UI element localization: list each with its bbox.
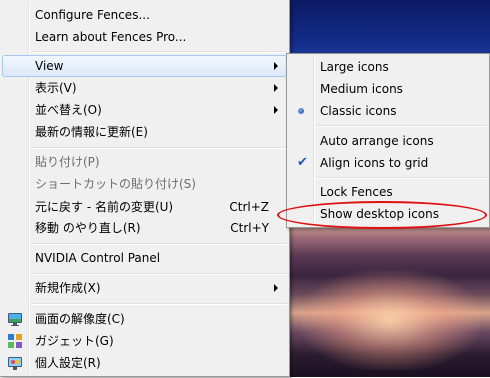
menu-item-configure-fences[interactable]: Configure Fences... (2, 4, 287, 26)
menu-item-paste[interactable]: 貼り付け(P) (2, 151, 287, 173)
menu-item-screen-resolution[interactable]: 画面の解像度(C) (2, 308, 287, 330)
submenu-item-align-to-grid[interactable]: ✔ Align icons to grid (289, 152, 487, 174)
menu-item-redo-move[interactable]: 移動 のやり直し(R) Ctrl+Y (2, 217, 287, 239)
submenu-arrow-icon (274, 84, 278, 92)
checkmark-icon: ✔ (297, 155, 308, 170)
radio-bullet-icon (298, 108, 304, 114)
desktop-context-menu: Configure Fences... Learn about Fences P… (0, 0, 290, 377)
menu-item-gadgets[interactable]: ガジェット(G) (2, 330, 287, 352)
submenu-arrow-icon (274, 62, 278, 70)
submenu-item-medium-icons[interactable]: Medium icons (289, 78, 487, 100)
submenu-arrow-icon (274, 106, 278, 114)
submenu-item-large-icons[interactable]: Large icons (289, 56, 487, 78)
submenu-arrow-icon (274, 284, 278, 292)
menu-separator (31, 147, 287, 149)
menu-separator (316, 177, 487, 179)
submenu-item-auto-arrange[interactable]: Auto arrange icons (289, 130, 487, 152)
menu-separator (31, 303, 287, 305)
menu-item-personalize[interactable]: 個人設定(R) (2, 352, 287, 374)
submenu-item-classic-icons[interactable]: Classic icons (289, 100, 487, 122)
menu-separator (316, 125, 487, 127)
menu-separator (31, 243, 287, 245)
personalize-icon (7, 355, 23, 371)
submenu-item-lock-fences[interactable]: Lock Fences (289, 181, 487, 203)
menu-item-refresh[interactable]: 最新の情報に更新(E) (2, 121, 287, 143)
menu-item-new[interactable]: 新規作成(X) (2, 277, 287, 299)
menu-separator (31, 51, 287, 53)
annotation-ellipse (277, 201, 487, 229)
menu-item-hyouji[interactable]: 表示(V) (2, 77, 287, 99)
gadget-icon (7, 333, 23, 349)
menu-separator (31, 273, 287, 275)
monitor-icon (7, 311, 23, 327)
sunset-glow (300, 270, 480, 370)
menu-item-undo-rename[interactable]: 元に戻す - 名前の変更(U) Ctrl+Z (2, 196, 287, 218)
menu-item-view[interactable]: View (2, 55, 287, 77)
menu-item-nvidia-control-panel[interactable]: NVIDIA Control Panel (2, 247, 287, 269)
menu-item-learn-fences-pro[interactable]: Learn about Fences Pro... (2, 26, 287, 48)
menu-item-sort[interactable]: 並べ替え(O) (2, 99, 287, 121)
menu-item-paste-shortcut[interactable]: ショートカットの貼り付け(S) (2, 173, 287, 195)
